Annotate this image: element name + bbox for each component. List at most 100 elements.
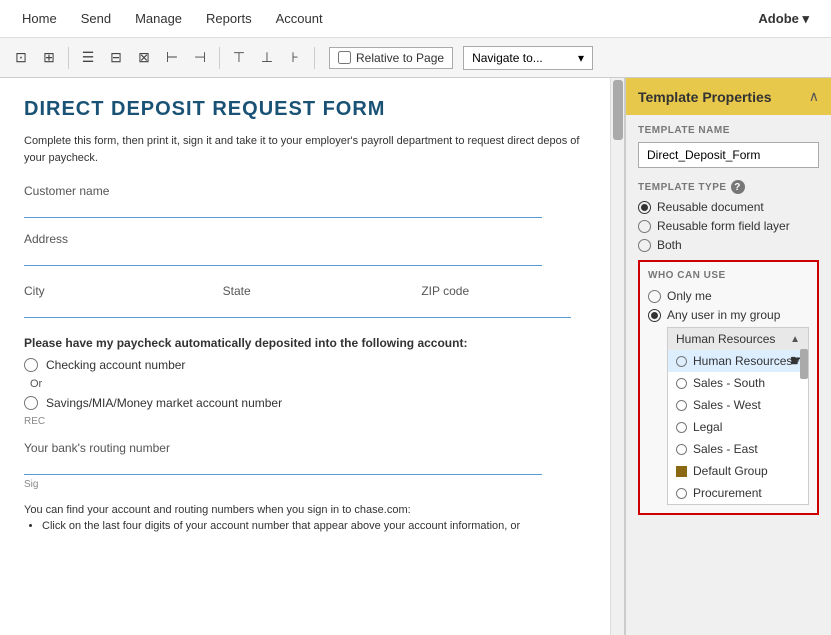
savings-radio[interactable] <box>24 396 38 410</box>
checking-label: Checking account number <box>46 358 185 372</box>
doc-scrollbar[interactable] <box>610 78 624 635</box>
account-section-label: Please have my paycheck automatically de… <box>24 336 600 350</box>
state-label: State <box>223 284 402 298</box>
group-dropdown[interactable]: Human Resources ▲ Human Resources☛ Sales … <box>667 327 809 505</box>
toolbar-icon-1[interactable]: ⊡ <box>8 45 34 71</box>
city-label: City <box>24 284 203 298</box>
checking-row: Checking account number <box>24 358 600 372</box>
scroll-thumb[interactable] <box>613 80 623 140</box>
type-both-radio[interactable] <box>638 239 651 252</box>
toolbar-sep-2 <box>219 47 220 69</box>
toolbar: ⊡ ⊞ ☰ ⊟ ⊠ ⊢ ⊣ ⊤ ⊥ ⊦ Relative to Page Nav… <box>0 38 831 78</box>
menu-home[interactable]: Home <box>10 0 69 38</box>
panel-body: TEMPLATE NAME TEMPLATE TYPE ? Reusable d… <box>626 115 831 635</box>
bullet-1: Click on the last four digits of your ac… <box>42 520 600 532</box>
toolbar-icon-4[interactable]: ⊟ <box>103 45 129 71</box>
template-type-section-label: TEMPLATE TYPE ? <box>638 180 819 194</box>
any-user-row[interactable]: Any user in my group <box>648 308 809 322</box>
group-item-icon <box>676 488 687 499</box>
toolbar-sep-1 <box>68 47 69 69</box>
group-item-label: Procurement <box>693 486 762 500</box>
navigate-arrow-icon: ▾ <box>578 51 584 65</box>
type-both-label: Both <box>657 238 682 252</box>
city-state-zip-underline <box>24 300 571 318</box>
group-item-icon <box>676 400 687 411</box>
toolbar-icon-10[interactable]: ⊦ <box>282 45 308 71</box>
group-dropdown-scroll-icon: ▲ <box>790 334 800 345</box>
menu-account[interactable]: Account <box>264 0 335 38</box>
template-type-help-icon[interactable]: ? <box>731 180 745 194</box>
or-label: Or <box>30 378 600 390</box>
toolbar-icon-7[interactable]: ⊣ <box>187 45 213 71</box>
who-can-use-section: WHO CAN USE Only me Any user in my group… <box>638 260 819 515</box>
menu-manage[interactable]: Manage <box>123 0 194 38</box>
routing-label: Your bank's routing number <box>24 441 600 455</box>
group-item-icon <box>676 444 687 455</box>
type-form-field-radio[interactable] <box>638 220 651 233</box>
type-both-row[interactable]: Both <box>638 238 819 252</box>
document-title: DIRECT DEPOSIT REQUEST FORM <box>24 98 600 121</box>
document-area: DIRECT DEPOSIT REQUEST FORM Complete thi… <box>0 78 626 635</box>
only-me-row[interactable]: Only me <box>648 289 809 303</box>
template-name-input[interactable] <box>638 142 819 168</box>
toolbar-icon-3[interactable]: ☰ <box>75 45 101 71</box>
panel-collapse-button[interactable]: ∧ <box>809 88 819 105</box>
dropdown-scrollbar-thumb[interactable] <box>800 349 808 379</box>
type-form-field-label: Reusable form field layer <box>657 219 790 233</box>
group-dropdown-wrapper: Human Resources ▲ Human Resources☛ Sales … <box>648 327 809 505</box>
type-reusable-doc-radio[interactable] <box>638 201 651 214</box>
type-reusable-doc-label: Reusable document <box>657 200 764 214</box>
main-layout: DIRECT DEPOSIT REQUEST FORM Complete thi… <box>0 78 831 635</box>
group-dropdown-header-text: Human Resources <box>676 332 775 346</box>
group-item-icon <box>676 466 687 477</box>
savings-row: Savings/MIA/Money market account number <box>24 396 600 410</box>
group-list-item[interactable]: Default Group <box>668 460 808 482</box>
type-reusable-doc-row[interactable]: Reusable document <box>638 200 819 214</box>
group-item-icon <box>676 422 687 433</box>
toolbar-icon-8[interactable]: ⊤ <box>226 45 252 71</box>
menu-adobe[interactable]: Adobe ▾ <box>746 0 821 38</box>
address-label: Address <box>24 232 600 246</box>
menu-send[interactable]: Send <box>69 0 123 38</box>
group-list-item[interactable]: Sales - West <box>668 394 808 416</box>
relative-to-page-checkbox[interactable] <box>338 51 351 64</box>
group-item-icon <box>676 378 687 389</box>
menu-bar: Home Send Manage Reports Account Adobe ▾ <box>0 0 831 38</box>
group-item-icon <box>676 356 687 367</box>
template-type-radio-group: Reusable document Reusable form field la… <box>638 200 819 252</box>
group-list-item[interactable]: Sales - South <box>668 372 808 394</box>
zip-label: ZIP code <box>421 284 600 298</box>
panel-header: Template Properties ∧ <box>626 78 831 115</box>
group-list-item[interactable]: Legal <box>668 416 808 438</box>
type-form-field-row[interactable]: Reusable form field layer <box>638 219 819 233</box>
navigate-dropdown[interactable]: Navigate to... ▾ <box>463 46 593 70</box>
group-item-label: Sales - East <box>693 442 758 456</box>
right-panel: Template Properties ∧ TEMPLATE NAME TEMP… <box>626 78 831 635</box>
panel-title: Template Properties <box>638 89 772 105</box>
find-info-text: You can find your account and routing nu… <box>24 504 600 532</box>
template-name-section-label: TEMPLATE NAME <box>638 125 819 136</box>
customer-name-label: Customer name <box>24 184 600 198</box>
group-list-item[interactable]: Procurement <box>668 482 808 504</box>
group-item-label: Sales - South <box>693 376 765 390</box>
checking-radio[interactable] <box>24 358 38 372</box>
group-list: Human Resources☛ Sales - South Sales - Wes… <box>668 350 808 504</box>
toolbar-icon-5[interactable]: ⊠ <box>131 45 157 71</box>
group-dropdown-header[interactable]: Human Resources ▲ <box>668 328 808 350</box>
menu-reports[interactable]: Reports <box>194 0 264 38</box>
group-list-item[interactable]: Sales - East <box>668 438 808 460</box>
navigate-label: Navigate to... <box>472 51 543 65</box>
relative-to-page-label: Relative to Page <box>356 51 444 65</box>
toolbar-icon-2[interactable]: ⊞ <box>36 45 62 71</box>
toolbar-icon-9[interactable]: ⊥ <box>254 45 280 71</box>
toolbar-icon-6[interactable]: ⊢ <box>159 45 185 71</box>
group-list-item[interactable]: Human Resources☛ <box>668 350 808 372</box>
city-state-zip-row: City State ZIP code <box>24 270 600 300</box>
only-me-radio[interactable] <box>648 290 661 303</box>
relative-to-page-checkbox-container[interactable]: Relative to Page <box>329 47 453 69</box>
who-can-use-label: WHO CAN USE <box>648 270 809 281</box>
group-item-label: Sales - West <box>693 398 761 412</box>
any-user-radio[interactable] <box>648 309 661 322</box>
address-underline <box>24 248 542 266</box>
savings-label: Savings/MIA/Money market account number <box>46 396 282 410</box>
